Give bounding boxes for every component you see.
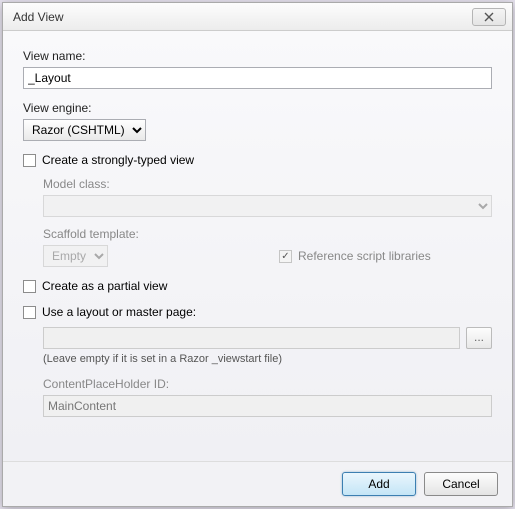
use-layout-label: Use a layout or master page: (42, 305, 196, 319)
use-layout-checkbox[interactable] (23, 306, 36, 319)
layout-path-input (43, 327, 460, 349)
partial-view-label: Create as a partial view (42, 279, 167, 293)
strongly-typed-checkbox[interactable] (23, 154, 36, 167)
model-class-select (43, 195, 492, 217)
model-class-label: Model class: (43, 177, 492, 191)
add-view-dialog: Add View View name: View engine: Razor (… (2, 2, 513, 507)
add-button[interactable]: Add (342, 472, 416, 496)
browse-button[interactable]: ... (466, 327, 492, 349)
scaffold-select: Empty (43, 245, 108, 267)
close-icon (484, 12, 494, 22)
dialog-title: Add View (13, 10, 472, 24)
view-engine-label: View engine: (23, 101, 492, 115)
placeholder-input (43, 395, 492, 417)
titlebar: Add View (3, 3, 512, 31)
cancel-button[interactable]: Cancel (424, 472, 498, 496)
partial-view-checkbox[interactable] (23, 280, 36, 293)
view-name-input[interactable] (23, 67, 492, 89)
view-name-label: View name: (23, 49, 492, 63)
view-engine-select[interactable]: Razor (CSHTML) (23, 119, 146, 141)
reference-scripts-label: Reference script libraries (298, 249, 431, 263)
strongly-typed-label: Create a strongly-typed view (42, 153, 194, 167)
close-button[interactable] (472, 8, 506, 26)
dialog-footer: Add Cancel (3, 461, 512, 506)
reference-scripts-checkbox (279, 250, 292, 263)
layout-hint: (Leave empty if it is set in a Razor _vi… (43, 353, 492, 365)
placeholder-label: ContentPlaceHolder ID: (43, 377, 492, 391)
scaffold-label: Scaffold template: (43, 227, 492, 241)
dialog-content: View name: View engine: Razor (CSHTML) C… (3, 31, 512, 461)
